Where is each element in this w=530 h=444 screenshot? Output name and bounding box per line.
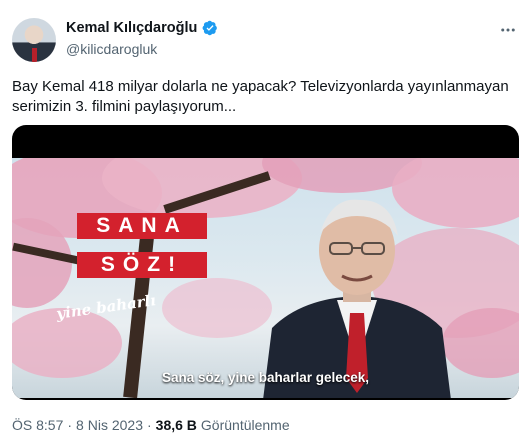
separator: · [67, 417, 73, 433]
video-player[interactable]: SANA SÖZ! yine baharlı Sana söz, yine ba… [12, 125, 519, 400]
avatar[interactable] [12, 18, 56, 62]
tweet-meta: ÖS 8:57 · 8 Nis 2023 · 38,6 B Görüntülen… [12, 417, 290, 433]
more-options-icon[interactable] [498, 20, 518, 40]
overlay-line1: SANA [96, 214, 188, 237]
author-handle[interactable]: @kilicdarogluk [66, 41, 157, 57]
author-name-row: Kemal Kılıçdaroğlu [66, 20, 218, 36]
verified-badge-icon [202, 20, 218, 36]
overlay-line2: SÖZ! [100, 253, 184, 276]
views-label: Görüntülenme [200, 417, 290, 433]
views-count: 38,6 B [155, 417, 197, 433]
speaker-figure [263, 199, 451, 398]
tweet-text: Bay Kemal 418 milyar dolarla ne yapacak?… [12, 78, 509, 115]
tweet-header: Kemal Kılıçdaroğlu @kilicdarogluk [12, 14, 518, 64]
separator: · [146, 417, 152, 433]
tweet-time[interactable]: ÖS 8:57 [12, 417, 63, 433]
author-name[interactable]: Kemal Kılıçdaroğlu [66, 20, 197, 36]
tweet-date[interactable]: 8 Nis 2023 [76, 417, 143, 433]
overlay-soz-box: SÖZ! [77, 252, 207, 278]
video-frame: SANA SÖZ! yine baharlı [12, 158, 519, 398]
video-subtitle: Sana söz, yine baharlar gelecek, [161, 370, 370, 385]
overlay-sana-box: SANA [77, 213, 207, 239]
